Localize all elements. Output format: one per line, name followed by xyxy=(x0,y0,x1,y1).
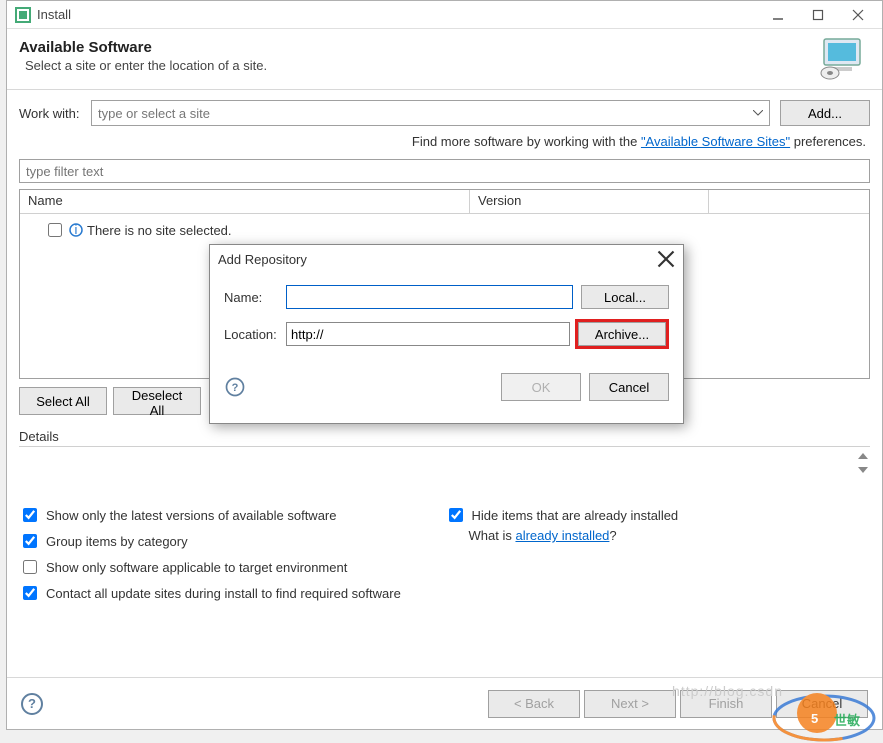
opt-latest[interactable]: Show only the latest versions of availab… xyxy=(19,502,445,528)
minimize-button[interactable] xyxy=(758,2,798,28)
empty-message: There is no site selected. xyxy=(87,223,232,238)
deselect-all-button[interactable]: Deselect All xyxy=(113,387,201,415)
already-installed-link[interactable]: already installed xyxy=(515,528,609,543)
add-button[interactable]: Add... xyxy=(780,100,870,126)
archive-highlight: Archive... xyxy=(575,319,669,349)
window-title: Install xyxy=(37,7,71,22)
opt-hide[interactable]: Hide items that are already installed xyxy=(445,502,871,528)
whatis-text: What is already installed? xyxy=(445,528,871,543)
opt-applicable[interactable]: Show only software applicable to target … xyxy=(19,554,445,580)
app-icon xyxy=(15,7,31,23)
work-with-combo[interactable]: type or select a site xyxy=(91,100,770,126)
location-input[interactable] xyxy=(286,322,570,346)
cancel-button[interactable]: Cancel xyxy=(776,690,868,718)
column-spacer xyxy=(709,190,869,213)
chevron-down-icon xyxy=(753,110,763,116)
location-label: Location: xyxy=(224,327,286,342)
available-sites-link[interactable]: "Available Software Sites" xyxy=(641,134,790,149)
find-more-text: Find more software by working with the "… xyxy=(19,126,870,159)
details-spinner[interactable] xyxy=(858,453,868,473)
add-repository-dialog: Add Repository Name: Local... Location: … xyxy=(209,244,684,424)
row-checkbox[interactable] xyxy=(48,223,62,237)
titlebar: Install xyxy=(7,1,882,29)
name-input[interactable] xyxy=(286,285,573,309)
dialog-cancel-button[interactable]: Cancel xyxy=(589,373,669,401)
page-title: Available Software xyxy=(19,39,818,56)
info-icon: i xyxy=(69,223,83,237)
details-box xyxy=(19,446,870,492)
help-icon[interactable]: ? xyxy=(21,693,43,715)
dialog-help-icon[interactable]: ? xyxy=(226,378,245,397)
opt-contact[interactable]: Contact all update sites during install … xyxy=(19,580,445,606)
work-with-label: Work with: xyxy=(19,106,91,121)
ok-button[interactable]: OK xyxy=(501,373,581,401)
back-button[interactable]: < Back xyxy=(488,690,580,718)
filter-input[interactable] xyxy=(19,159,870,183)
svg-text:i: i xyxy=(75,223,78,237)
local-button[interactable]: Local... xyxy=(581,285,669,309)
details-label: Details xyxy=(19,429,870,446)
archive-button[interactable]: Archive... xyxy=(578,322,666,346)
next-button[interactable]: Next > xyxy=(584,690,676,718)
opt-group[interactable]: Group items by category xyxy=(19,528,445,554)
install-icon xyxy=(818,37,866,81)
page-subtitle: Select a site or enter the location of a… xyxy=(19,58,818,73)
name-label: Name: xyxy=(224,290,286,305)
select-all-button[interactable]: Select All xyxy=(19,387,107,415)
maximize-button[interactable] xyxy=(798,2,838,28)
close-button[interactable] xyxy=(838,2,878,28)
watermark-text: http://blog.csdn xyxy=(672,683,783,699)
column-version[interactable]: Version xyxy=(470,190,709,213)
work-with-placeholder: type or select a site xyxy=(98,106,210,121)
header: Available Software Select a site or ente… xyxy=(7,29,882,90)
column-name[interactable]: Name xyxy=(20,190,470,213)
dialog-title: Add Repository xyxy=(218,252,307,267)
close-icon[interactable] xyxy=(657,250,675,268)
tree-row: i There is no site selected. xyxy=(28,218,861,242)
